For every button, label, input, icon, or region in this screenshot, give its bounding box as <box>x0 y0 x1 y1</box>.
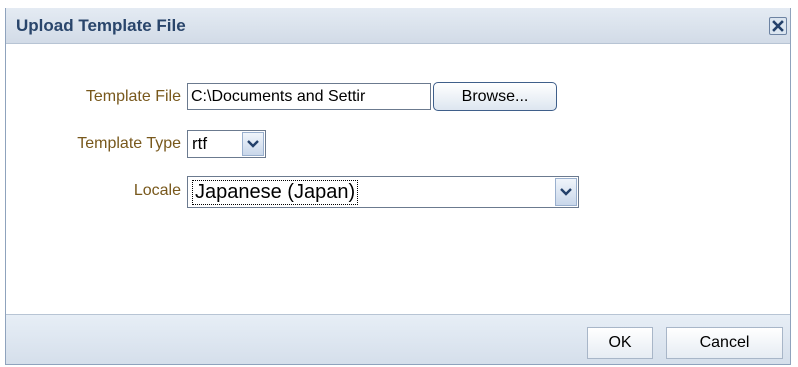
dialog-title: Upload Template File <box>16 16 186 35</box>
close-icon <box>772 20 784 32</box>
cancel-button[interactable]: Cancel <box>666 327 783 359</box>
template-type-dropdown-button[interactable] <box>242 132 264 156</box>
ok-button[interactable]: OK <box>587 327 653 359</box>
dialog-titlebar: Upload Template File <box>6 8 790 44</box>
template-type-select[interactable]: rtf <box>187 130 266 158</box>
template-file-input[interactable]: C:\Documents and Settir <box>187 83 431 110</box>
template-file-label: Template File <box>85 88 181 105</box>
chevron-down-icon <box>247 140 259 148</box>
locale-value: Japanese (Japan) <box>192 180 359 205</box>
template-type-label: Template Type <box>77 135 181 152</box>
close-button[interactable] <box>769 17 787 35</box>
chevron-down-icon <box>560 188 572 196</box>
locale-dropdown-button[interactable] <box>555 178 577 206</box>
template-type-value: rtf <box>192 134 208 153</box>
locale-select[interactable]: Japanese (Japan) <box>187 176 579 208</box>
upload-template-dialog: Upload Template File Template File C:\Do… <box>5 8 791 365</box>
dialog-footer: OK Cancel <box>6 314 790 364</box>
browse-button[interactable]: Browse... <box>433 82 557 111</box>
locale-label: Locale <box>133 182 181 199</box>
